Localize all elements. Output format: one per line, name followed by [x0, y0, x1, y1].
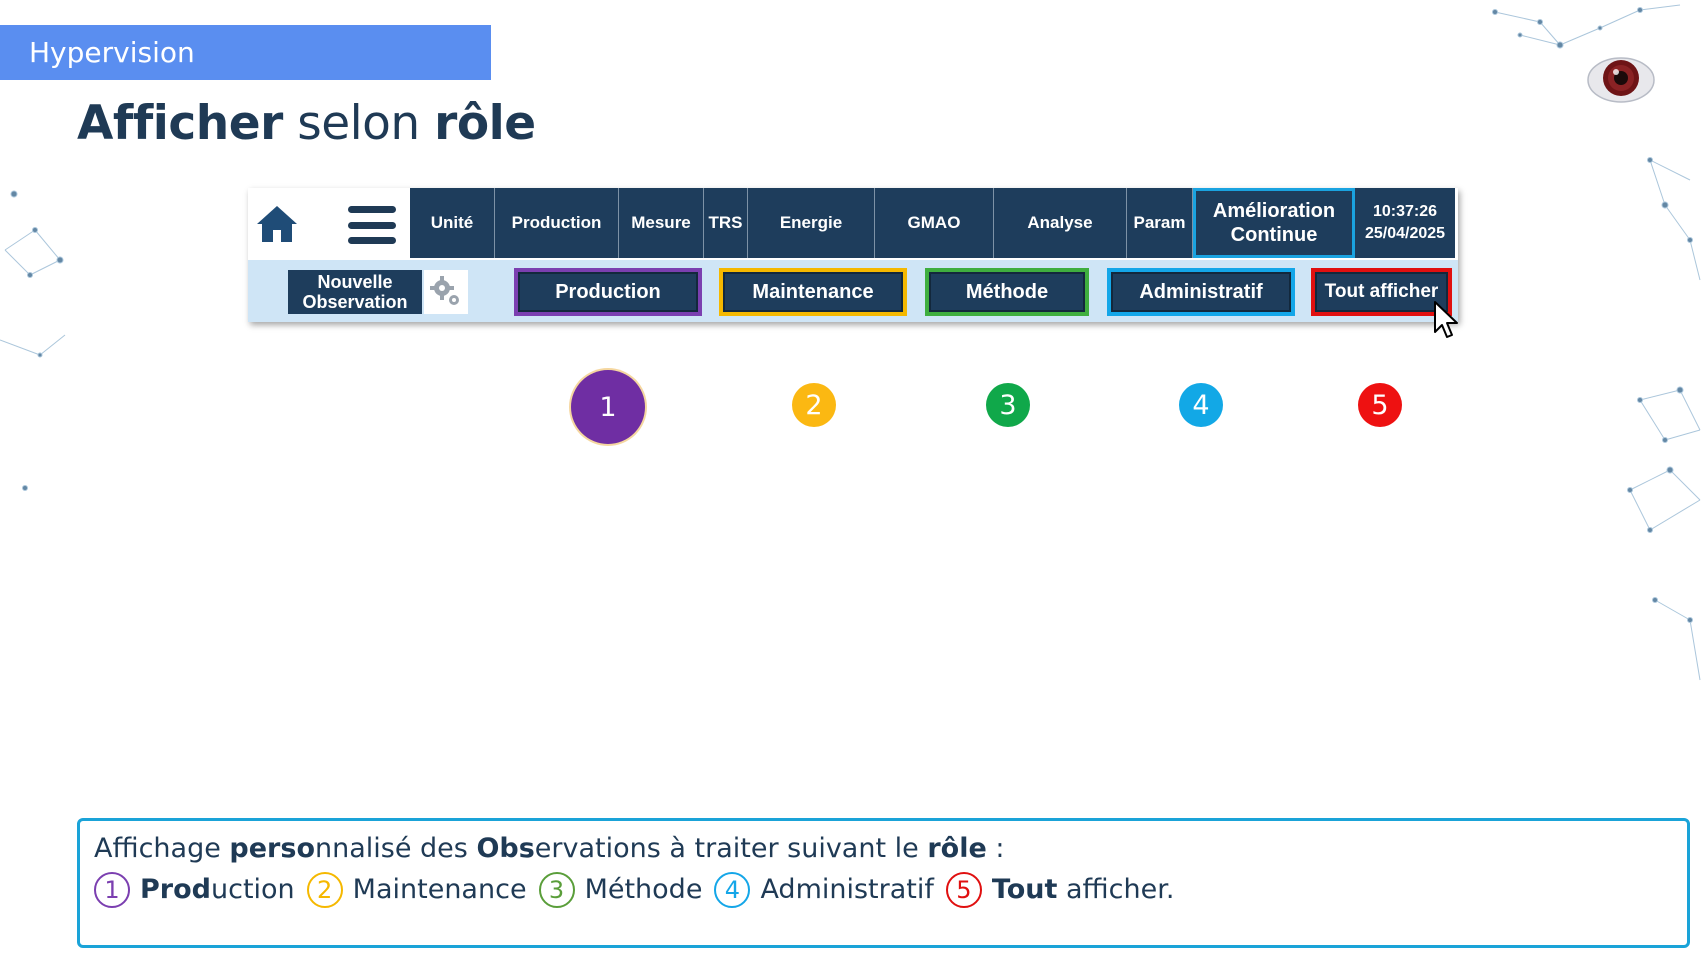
- nav-item-analyse[interactable]: Analyse: [994, 188, 1127, 258]
- home-button[interactable]: [254, 202, 300, 246]
- marker-4: 4: [1179, 383, 1223, 427]
- marker-3: 3: [986, 383, 1030, 427]
- section-tag-label: Hypervision: [29, 36, 195, 69]
- role-button-administratif[interactable]: Administratif: [1107, 268, 1295, 316]
- legend-number-2: 2: [306, 872, 343, 908]
- legend-number-4: 4: [714, 872, 751, 908]
- new-observation-button[interactable]: Nouvelle Observation: [288, 270, 422, 314]
- eye-logo-icon: [1587, 57, 1655, 103]
- nav-item-unite[interactable]: Unité: [410, 188, 495, 258]
- gear-icon: [430, 276, 459, 305]
- legend-item-administratif: Administratif: [760, 874, 934, 905]
- app-toolbar: Unité Production Mesure TRS Energie GMAO…: [248, 188, 1458, 322]
- title-normal: selon: [282, 96, 435, 151]
- legend-number-1: 1: [94, 872, 130, 908]
- main-nav: Unité Production Mesure TRS Energie GMAO…: [410, 188, 1455, 258]
- legend-item-tout-afficher: Tout afficher.: [991, 874, 1175, 905]
- nav-item-gmao[interactable]: GMAO: [875, 188, 994, 258]
- nav-item-production[interactable]: Production: [495, 188, 619, 258]
- top-navigation-bar: Unité Production Mesure TRS Energie GMAO…: [248, 188, 1458, 260]
- page-title: Afficher selon rôle: [77, 96, 536, 151]
- description-line-2: 1 Production 2 Maintenance 3 Méthode 4 A…: [94, 869, 1673, 911]
- legend-item-production: Production: [140, 874, 295, 905]
- title-bold-1: Afficher: [77, 96, 283, 151]
- nav-item-energie[interactable]: Energie: [748, 188, 875, 258]
- role-button-methode[interactable]: Méthode: [925, 268, 1089, 316]
- settings-button[interactable]: [424, 270, 468, 314]
- role-button-tout-afficher[interactable]: Tout afficher: [1311, 268, 1452, 316]
- legend-item-methode: Méthode: [584, 874, 703, 905]
- role-button-production[interactable]: Production: [514, 268, 702, 316]
- role-button-maintenance[interactable]: Maintenance: [719, 268, 907, 316]
- nav-item-mesure[interactable]: Mesure: [619, 188, 704, 258]
- menu-icon-bar: [348, 237, 396, 244]
- description-line-1: Affichage personnalisé des Observations …: [94, 833, 1005, 864]
- marker-2: 2: [792, 383, 836, 427]
- nav-item-amelioration-continue[interactable]: Amélioration Continue: [1193, 188, 1355, 258]
- legend-item-maintenance: Maintenance: [352, 874, 527, 905]
- new-observation-line1: Nouvelle: [317, 272, 393, 292]
- menu-icon-bar: [348, 221, 396, 229]
- mouse-cursor-icon: [1434, 301, 1458, 338]
- section-tag: Hypervision: [0, 25, 491, 80]
- new-observation-line2: Observation: [302, 292, 408, 312]
- title-bold-2: rôle: [434, 96, 536, 151]
- menu-icon-bar: [348, 206, 396, 213]
- marker-1: 1: [571, 370, 645, 444]
- clock-date: 25/04/2025: [1364, 225, 1446, 242]
- clock-time: 10:37:26: [1372, 203, 1438, 220]
- home-icon: [257, 206, 297, 242]
- legend-number-5: 5: [945, 872, 982, 908]
- amelioration-line1: Amélioration: [1212, 200, 1336, 222]
- clock-display: 10:37:26 25/04/2025: [1355, 188, 1455, 258]
- nav-item-param[interactable]: Param: [1127, 188, 1193, 258]
- menu-button[interactable]: [348, 206, 396, 244]
- description-box: Affichage personnalisé des Observations …: [77, 818, 1690, 948]
- amelioration-line2: Continue: [1230, 224, 1318, 246]
- legend-number-3: 3: [538, 872, 575, 908]
- nav-item-trs[interactable]: TRS: [704, 188, 748, 258]
- role-filter-bar: Nouvelle Observation Production Maintena…: [248, 260, 1458, 322]
- marker-5: 5: [1358, 383, 1402, 427]
